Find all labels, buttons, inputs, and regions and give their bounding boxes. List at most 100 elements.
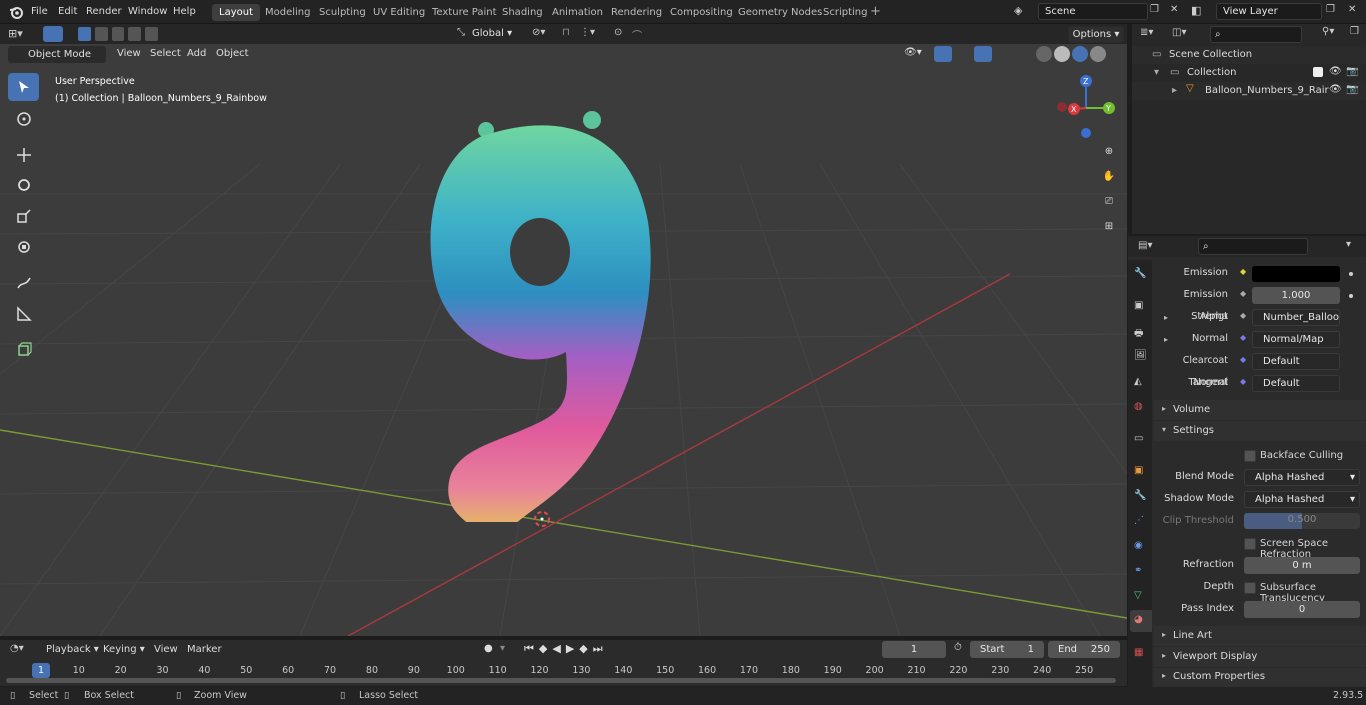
ssr-checkbox[interactable]: [1244, 538, 1256, 550]
menu-window[interactable]: Window: [128, 4, 167, 20]
collection-checkbox[interactable]: [1313, 67, 1323, 77]
strength-keyframe-icon[interactable]: [1349, 294, 1353, 298]
select-tool-active-icon[interactable]: [43, 26, 63, 42]
settings-expand-icon[interactable]: ▾: [1162, 425, 1166, 434]
transform-orientation-dropdown[interactable]: Global ▾: [472, 26, 524, 42]
strength-socket-icon[interactable]: ◆: [1240, 289, 1246, 298]
volume-expand-icon[interactable]: ▸: [1162, 404, 1166, 413]
measure-tool-icon[interactable]: [8, 300, 39, 328]
remove-scene-icon[interactable]: ✕: [1170, 4, 1178, 15]
line-art-expand-icon[interactable]: ▸: [1162, 630, 1166, 639]
timeline-scrollbar[interactable]: [6, 678, 1116, 683]
tab-animation[interactable]: Animation: [545, 4, 610, 21]
3d-viewport[interactable]: User Perspective (1) Collection | Balloo…: [0, 44, 1127, 636]
collection-eye-icon[interactable]: 👁: [1329, 66, 1342, 77]
volume-section-header[interactable]: ▸ Volume: [1154, 400, 1366, 420]
scene-field[interactable]: Scene: [1038, 3, 1148, 20]
outliner-editor-icon[interactable]: ≣▾: [1140, 27, 1153, 38]
add-workspace-icon[interactable]: +: [870, 4, 881, 19]
menu-select[interactable]: Select: [150, 48, 181, 59]
visibility-icon[interactable]: 👁▾: [904, 47, 922, 58]
scene-icon[interactable]: ◈: [1014, 4, 1022, 17]
object-camera-icon[interactable]: 📷: [1346, 84, 1358, 95]
clip-threshold-slider[interactable]: 0.500: [1244, 513, 1360, 529]
scene-collection-label[interactable]: Scene Collection: [1169, 49, 1252, 60]
new-collection-icon[interactable]: ❐: [1350, 26, 1359, 37]
tab-rendering[interactable]: Rendering: [604, 4, 669, 21]
menu-view[interactable]: View: [117, 48, 141, 59]
refraction-depth-field[interactable]: 0 m: [1244, 557, 1360, 574]
modifier-tab-icon[interactable]: 🔧: [1134, 490, 1146, 501]
object-eye-icon[interactable]: 👁: [1329, 84, 1342, 95]
menu-marker[interactable]: Marker: [187, 644, 222, 655]
camera-icon[interactable]: ⎚: [1099, 191, 1119, 211]
current-frame-field[interactable]: 1: [882, 641, 946, 658]
clearcoat-normal-field[interactable]: Default: [1252, 353, 1340, 370]
navigation-gizmo[interactable]: Z Y X: [1052, 72, 1122, 142]
cursor-tool-icon[interactable]: [8, 105, 39, 133]
blend-mode-dropdown[interactable]: Alpha Hashed ▾: [1244, 469, 1360, 486]
tab-scripting[interactable]: Scripting: [816, 4, 874, 21]
tool-tab-icon[interactable]: 🔧: [1134, 268, 1146, 279]
tab-modeling[interactable]: Modeling: [258, 4, 318, 21]
options-button[interactable]: Options ▾: [1068, 26, 1124, 43]
ortho-grid-icon[interactable]: ⊞: [1099, 216, 1119, 236]
menu-timeline-view[interactable]: View: [154, 644, 178, 655]
physics-tab-icon[interactable]: ◉: [1134, 540, 1143, 551]
keying-set-icon[interactable]: ▾: [500, 643, 505, 654]
tangent-socket-icon[interactable]: ◆: [1240, 377, 1246, 386]
annotate-tool-icon[interactable]: [8, 269, 39, 297]
backface-culling-checkbox[interactable]: [1244, 450, 1256, 462]
view-layer-icon[interactable]: ◧: [1191, 4, 1201, 17]
mode-dropdown[interactable]: Object Mode: [8, 46, 106, 63]
settings-section-header[interactable]: ▾ Settings: [1154, 421, 1366, 441]
menu-help[interactable]: Help: [173, 4, 196, 20]
object-tab-icon[interactable]: ▣: [1134, 465, 1143, 476]
material-tab-icon[interactable]: ◕: [1134, 614, 1143, 625]
emission-color-field[interactable]: [1252, 266, 1340, 282]
zoom-icon[interactable]: ⊕: [1099, 141, 1119, 161]
tab-layout[interactable]: Layout: [212, 4, 260, 21]
tab-texture-paint[interactable]: Texture Paint: [425, 4, 504, 21]
alpha-input-field[interactable]: Number_Balloons_9...: [1252, 309, 1340, 326]
auto-keying-icon[interactable]: ●: [484, 643, 493, 654]
properties-search-input[interactable]: ⌕: [1198, 238, 1308, 255]
add-cube-tool-icon[interactable]: [8, 335, 39, 363]
menu-playback[interactable]: Playback ▾: [46, 644, 99, 655]
transform-tool-icon[interactable]: [8, 233, 39, 261]
collection-tab-icon[interactable]: ▭: [1134, 433, 1143, 444]
pan-hand-icon[interactable]: ✋: [1099, 166, 1119, 186]
line-art-section-header[interactable]: ▸ Line Art: [1154, 626, 1366, 646]
clearcoat-socket-icon[interactable]: ◆: [1240, 355, 1246, 364]
world-tab-icon[interactable]: ◍: [1134, 401, 1143, 412]
menu-keying[interactable]: Keying ▾: [103, 644, 145, 655]
shadow-mode-dropdown[interactable]: Alpha Hashed ▾: [1244, 491, 1360, 508]
normal-socket-icon[interactable]: ◆: [1240, 333, 1246, 342]
selection-mode-icons[interactable]: [78, 27, 158, 41]
timeline-editor-icon[interactable]: ◔▾: [10, 643, 24, 654]
falloff-icon[interactable]: ⌒: [632, 27, 642, 42]
tab-geometry-nodes[interactable]: Geometry Nodes: [731, 4, 829, 21]
select-box-tool-icon[interactable]: [8, 73, 39, 101]
emission-keyframe-icon[interactable]: [1349, 272, 1353, 276]
outliner-search-input[interactable]: ⌕: [1210, 26, 1302, 43]
menu-add[interactable]: Add: [187, 48, 206, 59]
menu-object[interactable]: Object: [216, 48, 249, 59]
menu-edit[interactable]: Edit: [58, 4, 77, 20]
object-expand-icon[interactable]: ▸: [1172, 85, 1177, 96]
emission-socket-icon[interactable]: ◆: [1240, 267, 1246, 276]
texture-tab-icon[interactable]: ▦: [1134, 647, 1143, 658]
new-scene-icon[interactable]: ❐: [1150, 4, 1159, 15]
render-tab-icon[interactable]: ▣: [1134, 300, 1143, 311]
balloon-nine-model[interactable]: [420, 102, 670, 522]
filter-icon[interactable]: ⚲▾: [1322, 26, 1334, 37]
menu-render[interactable]: Render: [86, 4, 122, 20]
tab-sculpting[interactable]: Sculpting: [312, 4, 373, 21]
snap-icon[interactable]: ⊓: [562, 27, 570, 38]
scale-tool-icon[interactable]: [8, 202, 39, 230]
subsurface-checkbox[interactable]: [1244, 582, 1256, 594]
collection-camera-icon[interactable]: 📷: [1346, 66, 1358, 77]
display-mode-icon[interactable]: ◫▾: [1172, 27, 1186, 38]
new-view-layer-icon[interactable]: ❐: [1326, 4, 1335, 15]
viewport-display-expand-icon[interactable]: ▸: [1162, 651, 1166, 660]
